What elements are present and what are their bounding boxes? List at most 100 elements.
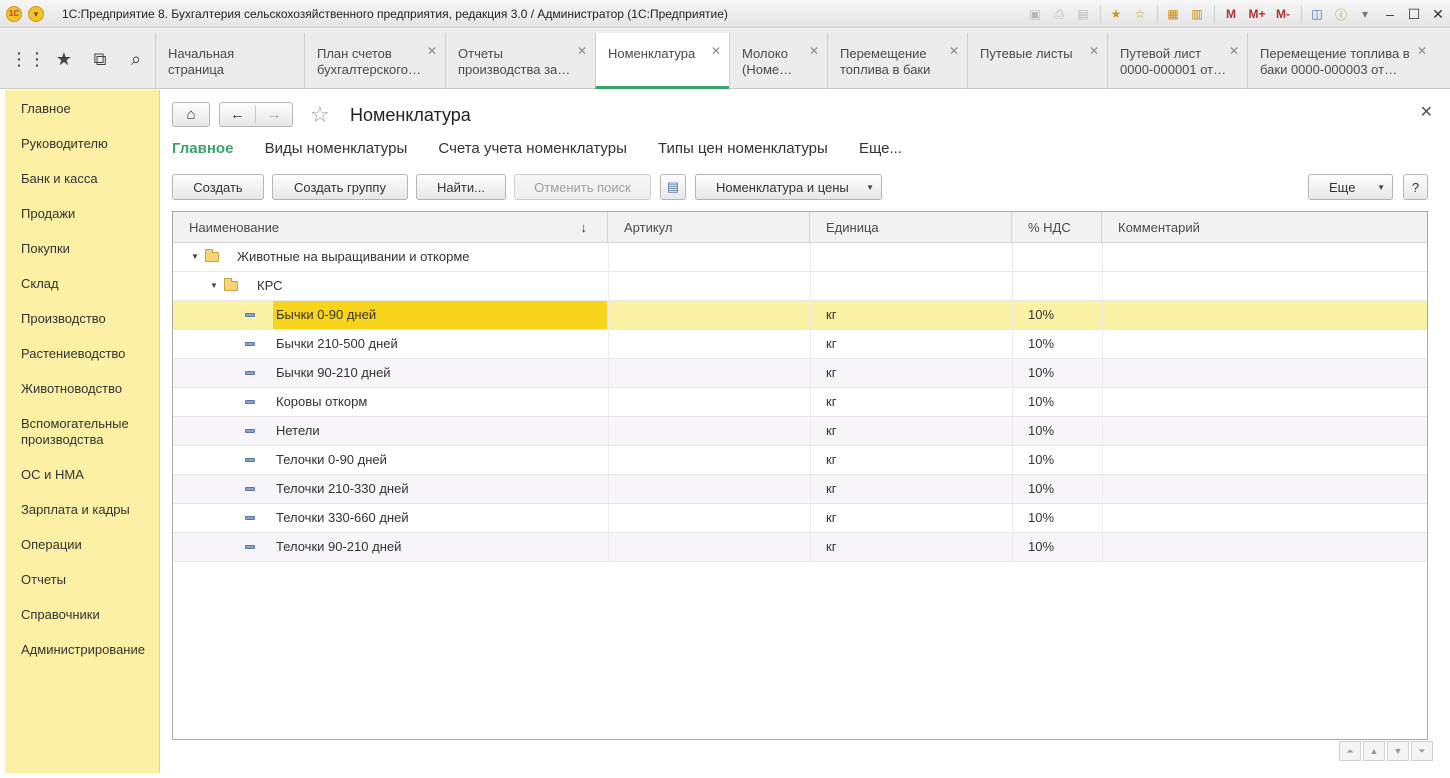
sidebar-item-fixed-assets[interactable]: ОС и НМА <box>21 467 151 483</box>
nav-link-nomenclature-types[interactable]: Виды номенклатуры <box>265 140 408 157</box>
sidebar-item-livestock[interactable]: Животноводство <box>21 381 151 397</box>
group-row[interactable]: ▼ КРС <box>173 272 1427 301</box>
table-row[interactable]: Нетели кг 10% <box>173 417 1427 446</box>
info-icon[interactable]: ⓘ <box>1330 3 1352 25</box>
sort-down-icon: ↓ <box>580 220 588 235</box>
table-row[interactable]: Телочки 90-210 дней кг 10% <box>173 533 1427 562</box>
calculator-icon[interactable]: ▦ <box>1162 3 1184 25</box>
cell-unit: кг <box>826 452 837 467</box>
tab-start-page[interactable]: Начальная страница <box>155 33 304 89</box>
memory-m-button[interactable]: M <box>1219 3 1243 25</box>
favorites-icon[interactable]: ★ <box>1105 3 1127 25</box>
column-header-unit[interactable]: Единица <box>810 212 1012 243</box>
sidebar-item-bank[interactable]: Банк и касса <box>21 171 151 187</box>
close-icon[interactable]: ✕ <box>809 43 819 59</box>
group-row[interactable]: ▼ Животные на выращивании и откорме <box>173 243 1427 272</box>
close-icon[interactable]: ✕ <box>949 43 959 59</box>
tab-nomenclature[interactable]: Номенклатура ✕ <box>595 33 729 89</box>
close-icon[interactable]: ✕ <box>1089 43 1099 59</box>
table-row[interactable]: Бычки 0-90 дней кг 10% <box>173 301 1427 330</box>
main-menu-icon[interactable]: ▾ <box>28 6 44 22</box>
sidebar-item-warehouse[interactable]: Склад <box>21 276 151 292</box>
sidebar-item-production[interactable]: Производство <box>21 311 151 327</box>
more-actions-dropdown[interactable]: Еще ▼ <box>1308 174 1393 200</box>
column-header-vat[interactable]: % НДС <box>1012 212 1102 243</box>
close-icon[interactable]: ✕ <box>577 43 587 59</box>
sidebar-item-directories[interactable]: Справочники <box>21 607 151 623</box>
scroll-down-icon[interactable]: ▼ <box>1387 741 1409 761</box>
preview-icon[interactable]: ▤ <box>1072 3 1094 25</box>
history-icon[interactable]: ⧉ <box>82 41 118 77</box>
table-row[interactable]: Телочки 330-660 дней кг 10% <box>173 504 1427 533</box>
tab-fuel-transfer[interactable]: Перемещение топлива в баки ✕ <box>827 33 967 89</box>
print-icon[interactable]: ⎙ <box>1048 3 1070 25</box>
nav-link-accounting[interactable]: Счета учета номенклатуры <box>438 140 626 157</box>
sidebar-item-manager[interactable]: Руководителю <box>21 136 151 152</box>
close-icon[interactable]: ✕ <box>427 43 437 59</box>
maximize-button[interactable]: ☐ <box>1402 3 1426 25</box>
sidebar-item-sales[interactable]: Продажи <box>21 206 151 222</box>
nav-link-price-types[interactable]: Типы цен номенклатуры <box>658 140 828 157</box>
back-arrow-icon[interactable]: ← <box>220 106 257 123</box>
find-button[interactable]: Найти... <box>416 174 506 200</box>
favorites-star-icon[interactable]: ★ <box>46 41 82 77</box>
expand-triangle-icon[interactable]: ▼ <box>191 243 199 271</box>
scroll-bottom-icon[interactable]: ⏷ <box>1411 741 1433 761</box>
minimize-button[interactable]: – <box>1378 3 1402 25</box>
nav-link-main[interactable]: Главное <box>172 140 233 157</box>
sidebar-item-operations[interactable]: Операции <box>21 537 151 553</box>
sidebar-item-auxiliary[interactable]: Вспомогательные производства <box>21 416 151 448</box>
panels-icon[interactable]: ◫ <box>1306 3 1328 25</box>
history-icon[interactable]: ☆ <box>1129 3 1151 25</box>
apps-grid-icon[interactable]: ⋮⋮ <box>10 41 46 77</box>
create-button[interactable]: Создать <box>172 174 264 200</box>
close-icon[interactable]: ✕ <box>711 43 721 59</box>
tab-production-reports[interactable]: Отчеты производства за… ✕ <box>445 33 595 89</box>
close-window-button[interactable]: ✕ <box>1426 3 1450 25</box>
forward-arrow-icon[interactable]: → <box>256 106 292 123</box>
app-logo-icon: 1С <box>6 6 22 22</box>
column-header-article[interactable]: Артикул <box>608 212 810 243</box>
close-icon[interactable]: ✕ <box>1417 43 1427 59</box>
tab-waybills[interactable]: Путевые листы ✕ <box>967 33 1107 89</box>
calendar-icon[interactable]: ▥ <box>1186 3 1208 25</box>
tab-waybill-doc[interactable]: Путевой лист 0000-000001 от… ✕ <box>1107 33 1247 89</box>
sidebar-item-purchases[interactable]: Покупки <box>21 241 151 257</box>
close-form-icon[interactable]: ✕ <box>1420 102 1433 122</box>
home-button[interactable]: ⌂ <box>172 102 210 127</box>
save-icon[interactable]: ▣ <box>1024 3 1046 25</box>
table-row[interactable]: Бычки 90-210 дней кг 10% <box>173 359 1427 388</box>
nav-link-more[interactable]: Еще... <box>859 140 902 157</box>
sidebar-item-admin[interactable]: Администрирование <box>21 642 151 658</box>
expand-triangle-icon[interactable]: ▼ <box>210 272 218 300</box>
create-group-button[interactable]: Создать группу <box>272 174 408 200</box>
close-icon[interactable]: ✕ <box>1229 43 1239 59</box>
tab-milk[interactable]: Молоко (Номе… ✕ <box>729 33 827 89</box>
table-row[interactable]: Телочки 0-90 дней кг 10% <box>173 446 1427 475</box>
chevron-down-icon[interactable]: ▾ <box>1354 3 1376 25</box>
nomenclature-table[interactable]: Наименование ↓ Артикул Единица % НДС Ком… <box>172 211 1428 740</box>
list-settings-icon[interactable]: ▤ <box>660 174 686 200</box>
memory-minus-button[interactable]: M- <box>1271 3 1295 25</box>
table-row[interactable]: Телочки 210-330 дней кг 10% <box>173 475 1427 504</box>
cell-name: Телочки 90-210 дней <box>276 539 402 554</box>
add-to-favorites-star-icon[interactable]: ☆ <box>310 102 330 128</box>
sidebar-item-main[interactable]: Главное <box>21 101 151 117</box>
scroll-top-icon[interactable]: ⏶ <box>1339 741 1361 761</box>
nomenclature-prices-dropdown[interactable]: Номенклатура и цены ▼ <box>695 174 882 200</box>
sidebar-item-payroll[interactable]: Зарплата и кадры <box>21 502 151 518</box>
cancel-search-button[interactable]: Отменить поиск <box>514 174 651 200</box>
memory-plus-button[interactable]: M+ <box>1245 3 1269 25</box>
table-row[interactable]: Коровы откорм кг 10% <box>173 388 1427 417</box>
column-header-name[interactable]: Наименование ↓ <box>173 212 608 243</box>
tab-fuel-transfer-doc[interactable]: Перемещение топлива в баки 0000-000003 о… <box>1247 33 1435 89</box>
search-icon[interactable]: ⌕ <box>118 41 154 77</box>
sidebar-item-crops[interactable]: Растениеводство <box>21 346 151 362</box>
table-row[interactable]: Бычки 210-500 дней кг 10% <box>173 330 1427 359</box>
column-header-comment[interactable]: Комментарий <box>1102 212 1427 243</box>
column-divider <box>1012 243 1013 562</box>
help-button[interactable]: ? <box>1403 174 1428 200</box>
tab-chart-of-accounts[interactable]: План счетов бухгалтерского… ✕ <box>304 33 445 89</box>
scroll-up-icon[interactable]: ▲ <box>1363 741 1385 761</box>
sidebar-item-reports[interactable]: Отчеты <box>21 572 151 588</box>
